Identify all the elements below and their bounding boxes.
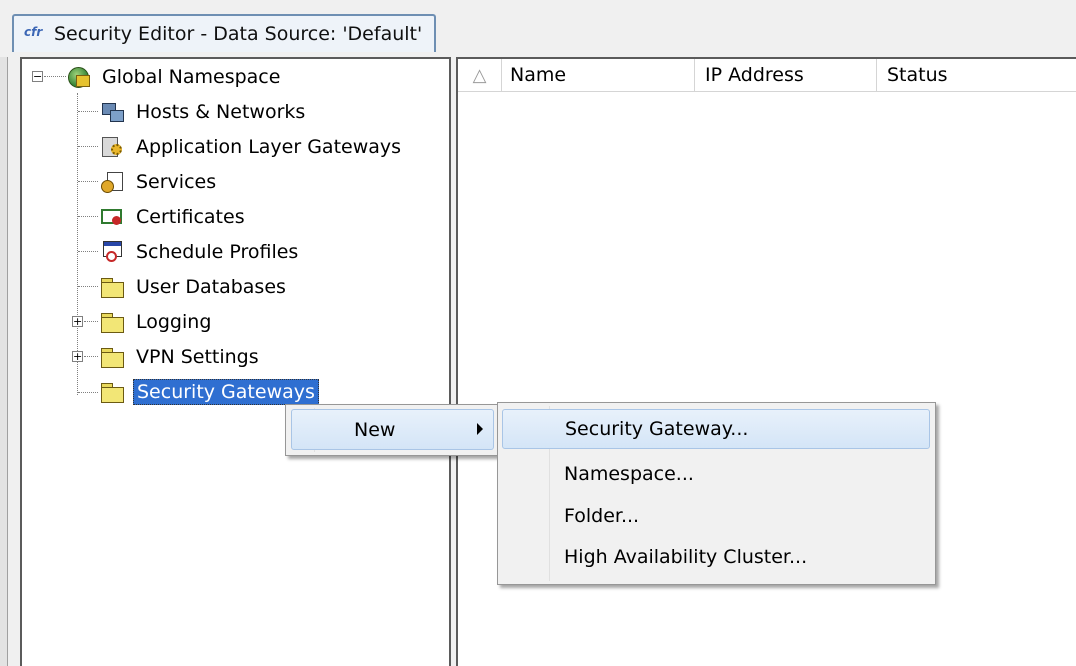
left-splitter[interactable]	[0, 57, 8, 666]
tree-connector-line	[78, 146, 98, 147]
menu-item-new[interactable]: New	[291, 409, 494, 450]
tree-item-logging[interactable]: Logging	[100, 305, 214, 339]
folder-icon	[100, 381, 124, 403]
tree-item-global-namespace[interactable]: Global Namespace	[66, 60, 283, 94]
namespace-tree[interactable]: − Global Namespace Hosts & Networks Appl…	[20, 57, 451, 666]
column-header-ip-address[interactable]: IP Address	[695, 59, 877, 91]
menu-item-label: Security Gateway...	[565, 418, 749, 440]
schedule-clock-icon	[100, 241, 124, 263]
tree-item-label: VPN Settings	[136, 346, 259, 368]
column-header-status[interactable]: Status	[877, 59, 1076, 91]
menu-item-label: High Availability Cluster...	[564, 546, 808, 568]
menu-item-security-gateway[interactable]: Security Gateway...	[502, 409, 930, 449]
tree-item-label: Logging	[136, 311, 212, 333]
new-submenu: Security Gateway... Namespace... Folder.…	[497, 402, 936, 585]
tree-item-label: Application Layer Gateways	[136, 136, 402, 158]
tree-connector-line	[78, 216, 98, 217]
menu-item-high-availability-cluster[interactable]: High Availability Cluster...	[502, 537, 930, 577]
tree-item-application-layer-gateways[interactable]: Application Layer Gateways	[100, 130, 404, 164]
tree-item-certificates[interactable]: Certificates	[100, 200, 248, 234]
tree-connector-line	[84, 356, 98, 357]
column-header-name[interactable]: Name	[502, 59, 695, 91]
tree-item-services[interactable]: Services	[100, 165, 219, 199]
folder-icon	[100, 346, 124, 368]
tree-connector-line	[84, 321, 98, 322]
tree-item-hosts-networks[interactable]: Hosts & Networks	[100, 95, 308, 129]
tree-connector-line	[78, 251, 98, 252]
tree-connector-line	[78, 111, 98, 112]
context-menu: New	[285, 404, 499, 456]
column-header-label: IP Address	[705, 64, 804, 86]
menu-item-namespace[interactable]: Namespace...	[502, 454, 930, 494]
tree-expand-toggle[interactable]: +	[72, 351, 83, 362]
tree-item-schedule-profiles[interactable]: Schedule Profiles	[100, 235, 301, 269]
tree-connector-line	[78, 181, 98, 182]
security-editor-window: cfr Security Editor - Data Source: 'Defa…	[0, 0, 1076, 666]
app-icon: cfr	[24, 25, 43, 39]
tree-item-label: User Databases	[136, 276, 286, 298]
folder-icon	[100, 276, 124, 298]
submenu-arrow-icon	[477, 423, 483, 435]
tree-connector-line	[78, 286, 98, 287]
menu-item-label: New	[354, 418, 396, 441]
tree-item-user-databases[interactable]: User Databases	[100, 270, 289, 304]
window-title: Security Editor - Data Source: 'Default'	[54, 23, 423, 45]
menu-item-label: Folder...	[564, 505, 640, 527]
globe-key-icon	[66, 66, 90, 88]
tree-connector-line	[44, 76, 66, 77]
tree-item-vpn-settings[interactable]: VPN Settings	[100, 340, 262, 374]
menu-item-folder[interactable]: Folder...	[502, 496, 930, 536]
tree-item-label: Certificates	[136, 206, 245, 228]
column-header-label: Status	[887, 64, 948, 86]
tree-item-label: Hosts & Networks	[136, 101, 306, 123]
tree-item-label: Services	[136, 171, 217, 193]
tree-item-label: Global Namespace	[102, 66, 281, 88]
menu-item-label: Namespace...	[564, 463, 694, 485]
window-titlebar[interactable]: cfr Security Editor - Data Source: 'Defa…	[12, 14, 437, 52]
folder-icon	[100, 311, 124, 333]
tree-expand-toggle[interactable]: +	[72, 316, 83, 327]
list-header: △ Name IP Address Status	[458, 59, 1076, 92]
sort-column-header[interactable]: △	[458, 59, 502, 91]
tree-connector-line	[78, 392, 98, 393]
certificate-icon	[100, 206, 124, 228]
gateway-gear-icon	[100, 136, 124, 158]
sort-triangle-icon: △	[472, 64, 487, 86]
tree-item-label: Security Gateways	[133, 379, 319, 405]
tree-collapse-toggle[interactable]: −	[32, 71, 43, 82]
tree-item-label: Schedule Profiles	[136, 241, 299, 263]
column-header-label: Name	[510, 64, 567, 86]
hosts-networks-icon	[100, 101, 124, 123]
services-icon	[100, 171, 124, 193]
